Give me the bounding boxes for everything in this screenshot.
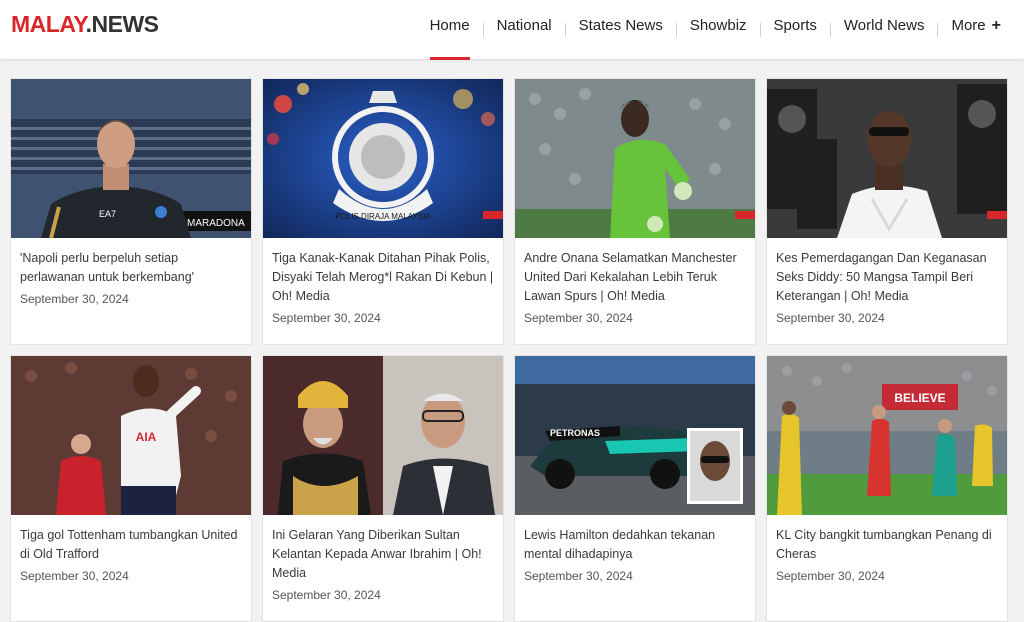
nav-item-sports[interactable]: Sports (761, 0, 830, 60)
article-card[interactable]: POLIS DIRAJA MALAYSIA Tiga Kanak-Kanak D… (262, 78, 504, 345)
logo-brand: MALAY (11, 11, 86, 37)
article-thumbnail[interactable] (263, 356, 503, 515)
nav-item-showbiz[interactable]: Showbiz (677, 0, 760, 60)
article-grid: MARADONA EA7 'Napoli perlu berpeluh seti… (10, 78, 1010, 622)
article-date: September 30, 2024 (776, 311, 885, 325)
article-card[interactable]: Ini Gelaran Yang Diberikan Sultan Kelant… (262, 355, 504, 622)
svg-text:EA7: EA7 (99, 209, 116, 219)
image-caption: BELIEVE (894, 391, 945, 405)
football-match-image: BELIEVE (767, 356, 1007, 515)
goalkeeper-image (515, 79, 755, 238)
article-date: September 30, 2024 (524, 569, 633, 583)
logo-tld: .NEWS (85, 11, 159, 37)
article-date: September 30, 2024 (272, 588, 381, 602)
image-caption: MARADONA (187, 218, 245, 229)
tottenham-players-image: AIA (11, 356, 251, 515)
image-caption: PETRONAS (550, 428, 600, 438)
celebrity-image (767, 79, 1007, 238)
plus-icon: + (991, 17, 1001, 34)
article-title[interactable]: Lewis Hamilton dedahkan tekanan mental d… (524, 526, 746, 564)
article-title[interactable]: Tiga gol Tottenham tumbangkan United di … (20, 526, 242, 564)
article-thumbnail[interactable]: AIA (11, 356, 251, 515)
nav-more-label: More (951, 17, 986, 34)
site-logo[interactable]: MALAY.NEWS (11, 11, 159, 38)
nav-item-more[interactable]: More + (938, 0, 1014, 60)
article-title[interactable]: Tiga Kanak-Kanak Ditahan Pihak Polis, Di… (272, 249, 494, 306)
article-card[interactable]: Andre Onana Selamatkan Manchester United… (514, 78, 756, 345)
article-thumbnail[interactable]: PETRONAS (515, 356, 755, 515)
article-date: September 30, 2024 (20, 292, 129, 306)
article-date: September 30, 2024 (272, 311, 381, 325)
article-thumbnail[interactable] (767, 79, 1007, 238)
article-date: September 30, 2024 (776, 569, 885, 583)
nav-item-national[interactable]: National (484, 0, 565, 60)
nav-item-states-news[interactable]: States News (566, 0, 676, 60)
article-title[interactable]: 'Napoli perlu berpeluh setiap perlawanan… (20, 249, 242, 287)
article-thumbnail[interactable]: POLIS DIRAJA MALAYSIA (263, 79, 503, 238)
article-title[interactable]: Andre Onana Selamatkan Manchester United… (524, 249, 746, 306)
article-thumbnail[interactable] (515, 79, 755, 238)
article-date: September 30, 2024 (20, 569, 129, 583)
article-title[interactable]: Ini Gelaran Yang Diberikan Sultan Kelant… (272, 526, 494, 583)
nav-item-home[interactable]: Home (417, 0, 483, 60)
formula-one-car-image: PETRONAS (515, 356, 755, 515)
article-card[interactable]: Kes Pemerdagangan Dan Keganasan Seks Did… (766, 78, 1008, 345)
sultan-and-minister-image (263, 356, 503, 515)
article-date: September 30, 2024 (524, 311, 633, 325)
main-nav: Home National States News Showbiz Sports… (417, 0, 1014, 60)
site-header: MALAY.NEWS Home National States News Sho… (0, 0, 1024, 60)
article-thumbnail[interactable]: MARADONA EA7 (11, 79, 251, 238)
article-card[interactable]: PETRONAS Lewis Hamilton dedahkan tekanan… (514, 355, 756, 622)
article-thumbnail[interactable]: BELIEVE (767, 356, 1007, 515)
article-card[interactable]: MARADONA EA7 'Napoli perlu berpeluh seti… (10, 78, 252, 345)
article-card[interactable]: AIA Tiga gol Tottenham tumbangkan United… (10, 355, 252, 622)
article-card[interactable]: BELIEVE KL City bangkit tumbangkan Penan… (766, 355, 1008, 622)
nav-item-world-news[interactable]: World News (831, 0, 938, 60)
football-coach-image: MARADONA EA7 (11, 79, 251, 238)
police-emblem-image: POLIS DIRAJA MALAYSIA (263, 79, 503, 238)
article-title[interactable]: KL City bangkit tumbangkan Penang di Che… (776, 526, 998, 564)
article-title[interactable]: Kes Pemerdagangan Dan Keganasan Seks Did… (776, 249, 998, 306)
image-caption: AIA (136, 430, 157, 444)
image-caption: POLIS DIRAJA MALAYSIA (335, 212, 431, 221)
